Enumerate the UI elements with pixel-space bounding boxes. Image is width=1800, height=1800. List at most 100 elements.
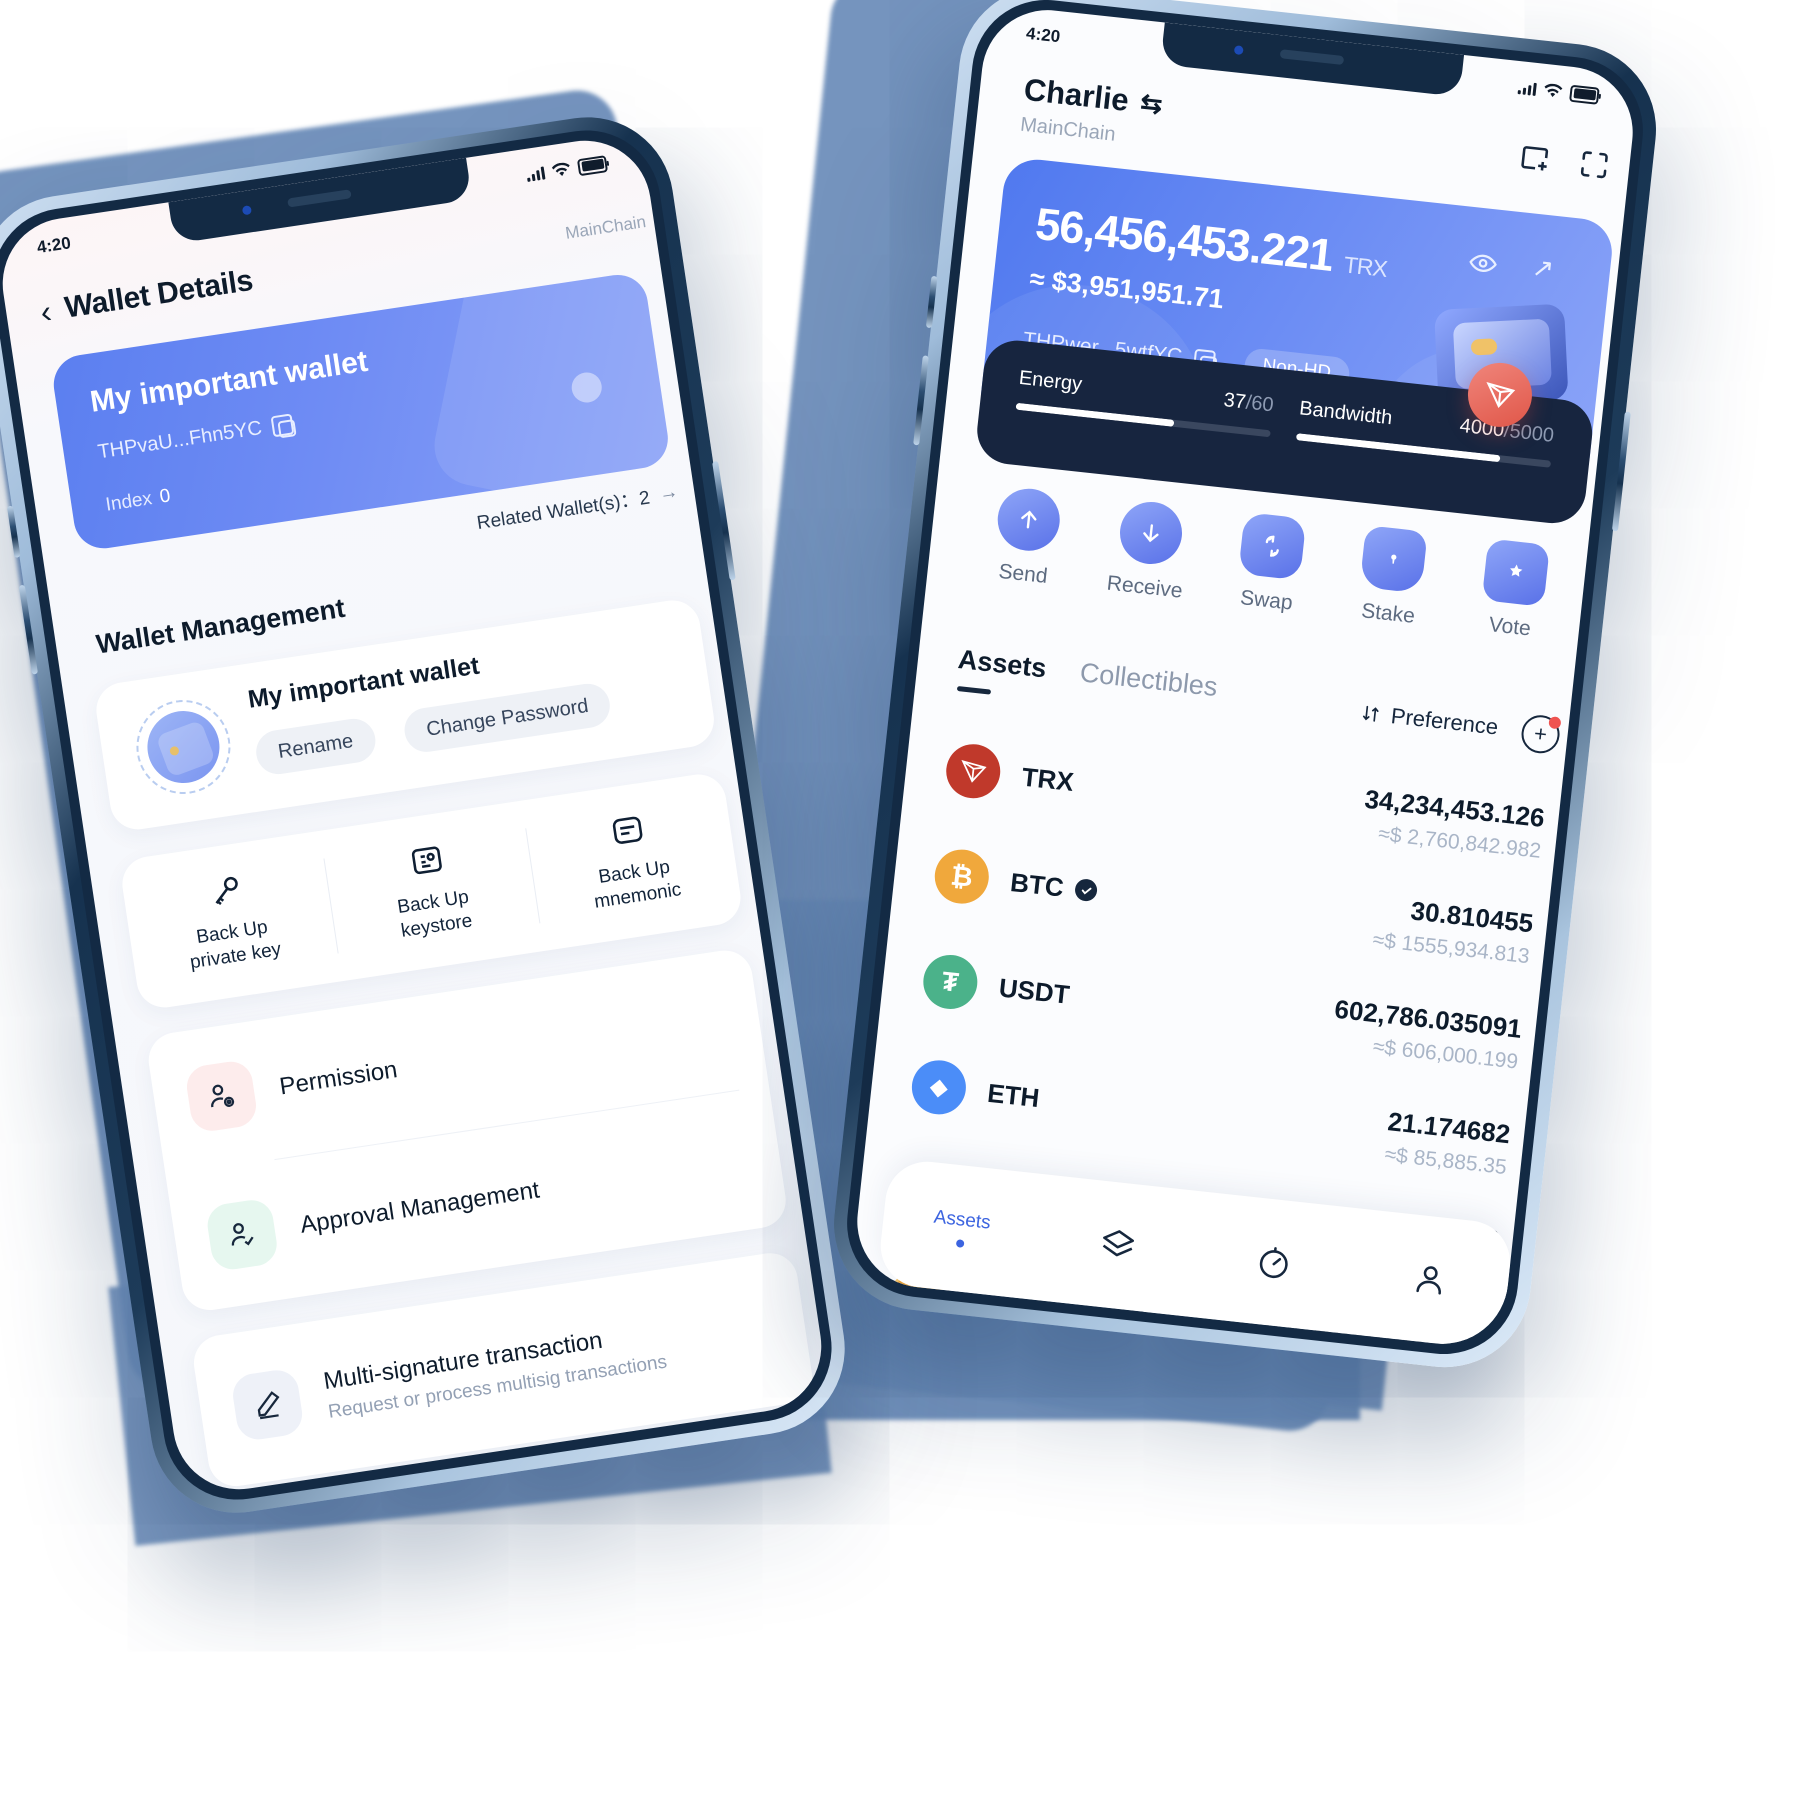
switch-account-icon[interactable]: ⇆ [1139, 87, 1164, 120]
resource-total: 5000 [1508, 420, 1556, 447]
battery-icon [1569, 84, 1600, 105]
btc-coin-icon: ₿ [932, 846, 992, 907]
shield-lock-icon [1359, 525, 1429, 594]
asset-usd: ≈$ 85,885.35 [1383, 1142, 1508, 1179]
tab-bar-assets[interactable]: Assets [881, 1201, 1041, 1256]
backup-mnemonic-button[interactable]: Back Up mnemonic [521, 771, 745, 951]
tab-collectibles[interactable]: Collectibles [1078, 657, 1219, 703]
pencil-icon [257, 1391, 280, 1420]
usdt-coin-icon: ₮ [920, 952, 981, 1012]
resource-energy: Energy 37/60 [1015, 366, 1275, 438]
swap-icon [1238, 512, 1307, 581]
quick-action-label: Swap [1239, 586, 1294, 615]
arrow-down-icon [1116, 498, 1185, 568]
approval-icon [231, 1223, 254, 1246]
tab-bar-label: Assets [932, 1206, 992, 1234]
row-label: Permission [277, 1056, 400, 1101]
page-title: Wallet Details [62, 263, 256, 325]
key-icon [215, 877, 238, 906]
resource-used: 37 [1222, 389, 1248, 414]
chain-label: MainChain [564, 212, 648, 243]
wifi-icon [1544, 83, 1563, 97]
wallet-name: My important wallet [88, 344, 370, 419]
tab-bar-explore[interactable] [1193, 1235, 1353, 1290]
ticket-icon [1481, 538, 1550, 607]
signal-icon [1517, 81, 1537, 96]
arrow-up-icon [994, 485, 1064, 554]
eye-icon[interactable] [1467, 247, 1500, 280]
resource-label: Energy [1017, 366, 1084, 396]
preference-label: Preference [1389, 703, 1500, 740]
speaker-icon [1280, 49, 1345, 66]
scan-icon[interactable] [1576, 146, 1613, 183]
camera-icon [1233, 45, 1244, 56]
quick-action-label: Receive [1105, 571, 1184, 603]
add-wallet-icon[interactable] [1516, 140, 1553, 177]
sort-icon [1363, 705, 1379, 722]
tab-bar-layers[interactable] [1037, 1218, 1197, 1273]
chevron-left-icon[interactable]: ‹ [38, 293, 54, 330]
quick-action-send[interactable]: Send [961, 482, 1093, 593]
add-token-button[interactable]: + [1519, 713, 1562, 756]
resource-total: 60 [1250, 392, 1275, 417]
quick-action-label: Vote [1487, 613, 1532, 641]
wallet-address[interactable]: THPvaU...Fhn5YC [96, 412, 295, 464]
asset-amount: 21.174682 [1386, 1105, 1512, 1149]
section-title: Wallet Management [94, 592, 347, 660]
volume-down-button[interactable] [18, 584, 39, 675]
signal-icon [526, 165, 546, 182]
layers-icon [1102, 1230, 1134, 1257]
trx-coin-icon [943, 741, 1003, 801]
power-button[interactable] [712, 460, 736, 581]
wallet-index: Index 0 [104, 485, 172, 516]
quick-action-vote[interactable]: Vote [1448, 535, 1580, 646]
camera-icon [241, 205, 253, 216]
volume-up-button[interactable] [6, 505, 21, 558]
status-time: 4:20 [35, 233, 73, 258]
change-password-button[interactable]: Change Password [401, 680, 614, 755]
phone-wallet-home: 4:20 Charlie ⇆ MainChain 56,456,453.221 … [825, 0, 1665, 1376]
status-time: 4:20 [1025, 23, 1062, 47]
eth-coin-icon: ◆ [909, 1057, 969, 1118]
account-header[interactable]: Charlie ⇆ MainChain [1019, 72, 1164, 152]
tab-assets[interactable]: Assets [957, 644, 1048, 684]
rename-button[interactable]: Rename [253, 715, 379, 778]
mnemonic-icon [613, 816, 643, 845]
power-button[interactable] [1611, 411, 1631, 532]
balance-unit: TRX [1342, 251, 1389, 282]
verified-badge-icon [1074, 878, 1099, 903]
account-name: Charlie [1022, 71, 1131, 118]
asset-symbol: BTC [1008, 866, 1066, 903]
wallet-index-label: Index [104, 488, 154, 516]
quick-action-label: Send [997, 559, 1049, 589]
arrow-up-right-icon[interactable]: ↗ [1530, 252, 1556, 285]
asset-symbol: TRX [1020, 761, 1076, 797]
copy-icon[interactable] [270, 413, 295, 438]
active-indicator-dot [955, 1239, 965, 1248]
explore-icon [1259, 1247, 1288, 1279]
tab-bar-profile[interactable] [1349, 1252, 1509, 1307]
wallet-address-text: THPvaU...Fhn5YC [96, 417, 264, 464]
quick-action-swap[interactable]: Swap [1204, 509, 1336, 620]
asset-symbol: ETH [986, 1077, 1041, 1113]
quick-action-stake[interactable]: Stake [1326, 522, 1458, 633]
profile-icon [1415, 1266, 1441, 1295]
wallet-avatar-icon[interactable] [130, 693, 237, 801]
row-label: Approval Management [298, 1176, 542, 1239]
battery-icon [576, 154, 609, 176]
wallet-index-value: 0 [158, 485, 172, 508]
related-wallets-label: Related Wallet(s)：2 [475, 487, 652, 535]
resource-label: Bandwidth [1298, 397, 1394, 430]
backup-keystore-button[interactable]: Back Up keystore [320, 801, 544, 981]
quick-action-label: Stake [1360, 599, 1417, 628]
keystore-icon [411, 846, 442, 875]
permissions-card: Permission Approval Management [144, 946, 790, 1314]
permission-icon [211, 1084, 235, 1108]
quick-action-receive[interactable]: Receive [1083, 496, 1215, 607]
asset-symbol: USDT [997, 971, 1072, 1010]
preference-button[interactable]: Preference [1360, 700, 1500, 741]
backup-private-key-button[interactable]: Back Up private key [119, 831, 343, 1011]
wifi-icon [551, 162, 570, 176]
screenshot-root: 4:20 ‹ Wallet Details MainChain My impor… [0, 0, 1800, 1800]
speaker-icon [287, 189, 353, 208]
